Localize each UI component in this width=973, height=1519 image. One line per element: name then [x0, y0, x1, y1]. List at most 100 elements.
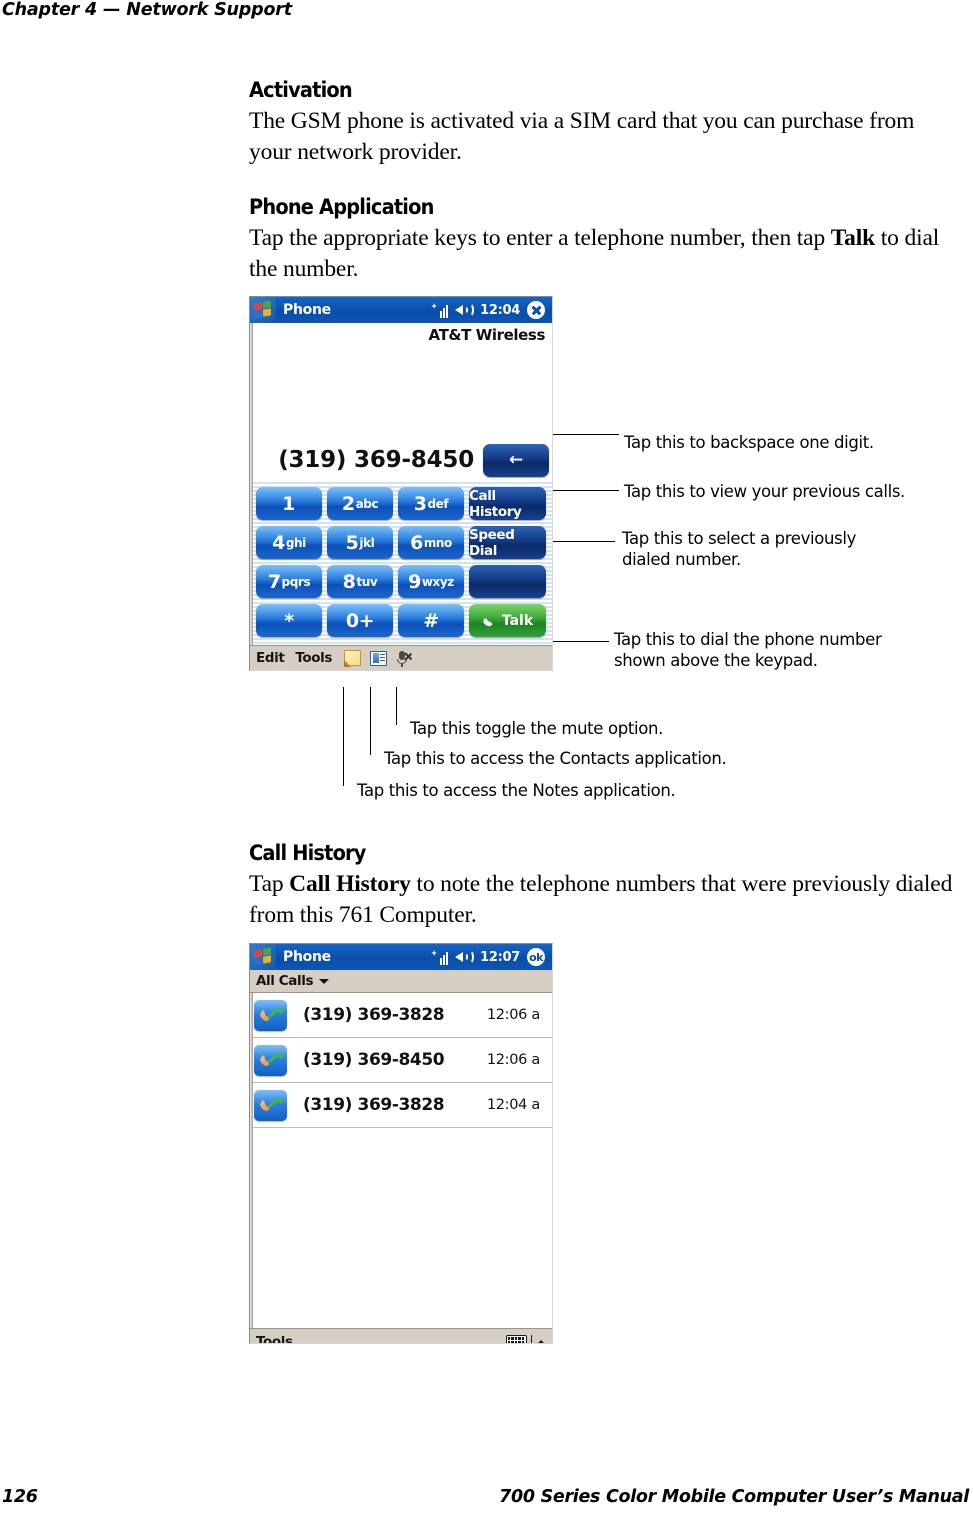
key-9[interactable]: 9 wxyz — [398, 565, 464, 598]
speaker-icon[interactable] — [455, 303, 475, 317]
tools-menu[interactable]: Tools — [256, 1334, 293, 1343]
leader-notes — [343, 687, 345, 786]
windows-logo-icon — [250, 944, 276, 970]
key-pound[interactable]: # — [398, 604, 464, 637]
call-history-list: (319) 369-3828 12:06 a (319) 369-8450 12… — [250, 993, 552, 1128]
phone-titlebar-status: 12:04 — [431, 301, 552, 319]
phone-command-bar: Edit Tools — [250, 645, 552, 670]
leader-mute — [396, 687, 398, 725]
callout-mute: Tap this toggle the mute option. — [410, 719, 663, 738]
key-7[interactable]: 7 pqrs — [256, 565, 322, 598]
call-history-title-label: Phone — [283, 949, 331, 965]
key-3[interactable]: 3 def — [398, 487, 464, 520]
leader-talk — [553, 641, 609, 643]
call-number: (319) 369-3828 — [303, 1095, 445, 1115]
paragraph-phone-application: Tap the appropriate keys to enter a tele… — [249, 223, 961, 285]
call-history-button[interactable]: Call History — [469, 487, 546, 520]
call-history-section: Call History Tap Call History to note th… — [249, 841, 961, 931]
speed-dial-button[interactable]: Speed Dial — [469, 526, 546, 559]
divider — [530, 1334, 532, 1343]
paragraph-call-history-part1: Tap — [249, 871, 290, 897]
key-0[interactable]: 0+ — [327, 604, 393, 637]
talk-button[interactable]: Talk — [469, 604, 546, 637]
paragraph-call-history: Tap Call History to note the telephone n… — [249, 869, 961, 931]
call-number: (319) 369-3828 — [303, 1005, 445, 1025]
tools-menu[interactable]: Tools — [295, 650, 332, 666]
call-history-titlebar: Phone 12:07 ok — [250, 944, 552, 970]
blank-function-button[interactable] — [469, 565, 546, 598]
paragraph-activation: The GSM phone is activated via a SIM car… — [249, 108, 915, 165]
leader-contacts — [370, 687, 372, 755]
outgoing-call-icon — [254, 999, 287, 1031]
call-time: 12:04 a — [486, 1097, 540, 1113]
key-1[interactable]: 1 — [256, 487, 322, 520]
speaker-icon[interactable] — [455, 950, 475, 964]
caret-up-icon[interactable] — [536, 1339, 546, 1343]
carrier-label: AT&T Wireless — [428, 326, 546, 344]
heading-call-history: Call History — [249, 841, 366, 866]
leader-backspace — [553, 434, 619, 436]
note-icon[interactable] — [343, 650, 362, 667]
leader-speed-dial — [553, 541, 615, 543]
running-head: Chapter 4— Network Support — [2, 0, 292, 20]
keypad-row-3: 7 pqrs 8 tuv 9 wxyz — [250, 562, 552, 601]
talk-button-label: Talk — [501, 612, 534, 629]
running-head-chapter: Chapter 4 — [2, 0, 97, 20]
clock-label[interactable]: 12:07 — [480, 950, 520, 965]
phone-titlebar: Phone 12:04 — [250, 297, 552, 323]
call-list-item[interactable]: (319) 369-3828 12:04 a — [250, 1083, 552, 1128]
call-filter-dropdown[interactable]: All Calls — [250, 970, 552, 993]
key-6[interactable]: 6 mno — [398, 526, 464, 559]
phone-dialer-screenshot: Phone 12:04 AT&T Wireless (319) 369-8450… — [249, 296, 553, 671]
call-history-screenshot: Phone 12:07 ok All Calls (319) 369-3828 … — [249, 943, 553, 1344]
callout-backspace: Tap this to backspace one digit. — [624, 433, 874, 452]
phone-title-label: Phone — [283, 302, 331, 318]
input-panel-controls — [505, 1334, 546, 1343]
key-8[interactable]: 8 tuv — [327, 565, 393, 598]
ok-button[interactable]: ok — [527, 948, 545, 966]
signal-strength-icon — [431, 949, 449, 965]
mute-icon[interactable] — [396, 650, 414, 667]
call-history-command-bar: Tools — [250, 1328, 552, 1343]
content-column: Activation The GSM phone is activated vi… — [249, 78, 961, 285]
callout-notes: Tap this to access the Notes application… — [357, 781, 676, 800]
footer-page-number: 126 — [2, 1487, 38, 1507]
command-bar-icons — [343, 650, 414, 667]
close-icon[interactable] — [527, 301, 545, 319]
call-list-item[interactable]: (319) 369-8450 12:06 a — [250, 1038, 552, 1083]
backspace-button[interactable]: ← — [483, 443, 549, 477]
leader-call-history — [553, 490, 619, 492]
key-5[interactable]: 5 jkl — [327, 526, 393, 559]
signal-strength-icon — [431, 302, 449, 318]
call-history-titlebar-status: 12:07 ok — [431, 948, 552, 966]
callout-talk: Tap this to dial the phone number shown … — [614, 630, 882, 670]
callout-call-history: Tap this to view your previous calls. — [624, 482, 905, 501]
handset-icon — [481, 613, 496, 628]
paragraph-phone-application-emphasis: Talk — [830, 225, 876, 251]
paragraph-call-history-emphasis: Call History — [289, 871, 411, 897]
call-number: (319) 369-8450 — [303, 1050, 445, 1070]
key-star[interactable]: * — [256, 604, 322, 637]
keypad-row-2: 4 ghi 5 jkl 6 mno Speed Dial — [250, 523, 552, 562]
contacts-icon[interactable] — [370, 650, 388, 666]
keypad-row-1: 1 2 abc 3 def Call History — [250, 484, 552, 523]
call-time: 12:06 a — [486, 1052, 540, 1068]
keypad-row-4: * 0+ # Talk — [250, 601, 552, 640]
heading-phone-application: Phone Application — [249, 195, 434, 220]
running-head-dash: — — [102, 0, 121, 20]
call-list-empty-area — [250, 1128, 552, 1328]
running-head-title: Network Support — [126, 0, 292, 20]
key-2[interactable]: 2 abc — [327, 487, 393, 520]
heading-activation: Activation — [249, 78, 353, 103]
clock-label[interactable]: 12:04 — [480, 303, 520, 318]
dialed-number-display[interactable]: (319) 369-8450 — [278, 447, 474, 473]
windows-logo-icon — [250, 297, 276, 323]
edit-menu[interactable]: Edit — [256, 650, 285, 666]
call-filter-label: All Calls — [256, 973, 314, 989]
keyboard-icon[interactable] — [505, 1335, 527, 1343]
call-list-item[interactable]: (319) 369-3828 12:06 a — [250, 993, 552, 1038]
dialed-number-row: (319) 369-8450 ← — [250, 440, 552, 480]
footer-manual-title: 700 Series Color Mobile Computer User’s … — [499, 1487, 969, 1507]
key-4[interactable]: 4 ghi — [256, 526, 322, 559]
